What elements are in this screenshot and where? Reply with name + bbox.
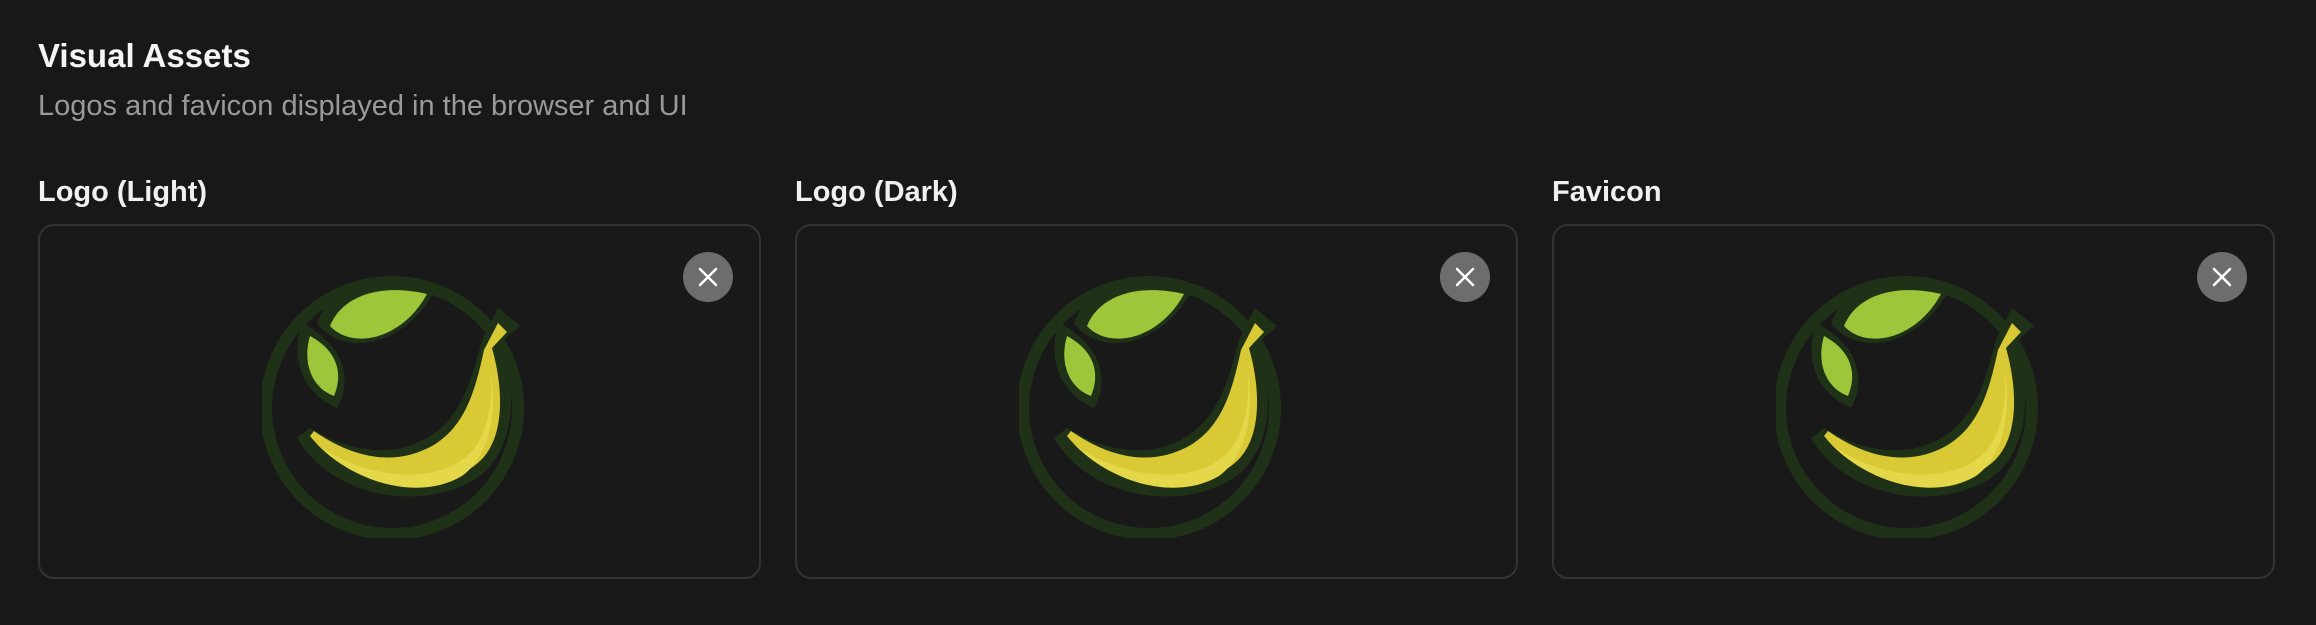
asset-grid: Logo (Light) Logo (Dark) Favicon <box>38 172 2275 579</box>
asset-logo-light: Logo (Light) <box>38 172 761 579</box>
remove-button[interactable] <box>683 252 733 302</box>
banana-leaf-logo <box>1776 276 2038 538</box>
remove-button[interactable] <box>2197 252 2247 302</box>
remove-button[interactable] <box>1440 252 1490 302</box>
section-subtitle: Logos and favicon displayed in the brows… <box>38 90 688 122</box>
close-icon <box>698 267 718 287</box>
asset-dropzone[interactable] <box>1552 224 2275 579</box>
asset-logo-dark: Logo (Dark) <box>795 172 1518 579</box>
section-title: Visual Assets <box>38 37 251 74</box>
close-icon <box>2212 267 2232 287</box>
banana-leaf-logo <box>1019 276 1281 538</box>
asset-favicon: Favicon <box>1552 172 2275 579</box>
asset-label: Logo (Light) <box>38 176 208 208</box>
banana-leaf-logo <box>262 276 524 538</box>
asset-dropzone[interactable] <box>795 224 1518 579</box>
asset-label: Favicon <box>1552 176 1662 208</box>
visual-assets-section: Visual Assets Logos and favicon displaye… <box>0 0 2316 625</box>
asset-label: Logo (Dark) <box>795 176 958 208</box>
close-icon <box>1455 267 1475 287</box>
asset-dropzone[interactable] <box>38 224 761 579</box>
